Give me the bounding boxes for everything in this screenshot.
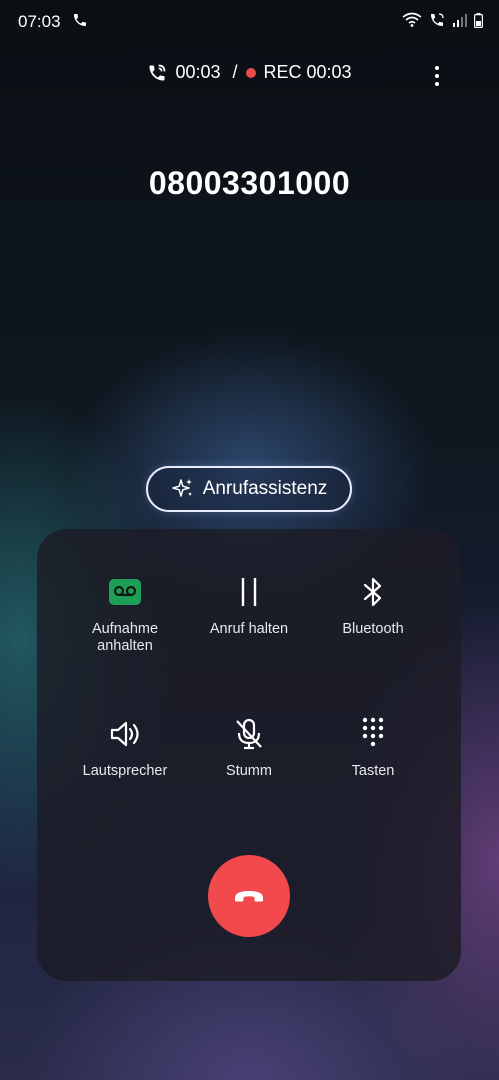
keypad-button[interactable]: Tasten	[303, 717, 443, 780]
speaker-label: Lautsprecher	[82, 763, 168, 779]
mic-off-icon	[236, 718, 262, 750]
speaker-icon	[110, 721, 139, 747]
volte-call-icon	[431, 13, 444, 26]
sparkle-icon	[171, 479, 192, 497]
separator: /	[232, 62, 238, 82]
end-call-button[interactable]	[208, 855, 290, 937]
status-time: 07:03	[18, 12, 61, 31]
call-duration: 00:03	[175, 62, 221, 82]
bluetooth-button[interactable]: Bluetooth	[303, 575, 443, 638]
rec-label: REC 00:03	[263, 62, 352, 82]
bluetooth-label: Bluetooth	[342, 621, 404, 637]
rec-dot-icon	[245, 67, 256, 78]
mute-button[interactable]: Stumm	[179, 717, 319, 780]
more-options-icon[interactable]	[427, 64, 447, 88]
call-info: 00:03 / REC 00:03	[0, 62, 499, 88]
battery-icon	[474, 12, 483, 28]
call-assistant-button[interactable]: Anrufassistenz	[146, 466, 352, 512]
call-assistant-label: Anrufassistenz	[202, 478, 328, 499]
pause-recording-button[interactable]: Aufnahme anhalten	[55, 575, 195, 655]
keypad-label: Tasten	[351, 763, 395, 779]
mute-label: Stumm	[226, 763, 272, 779]
pause-recording-label-1: Aufnahme	[91, 621, 159, 637]
pause-icon	[241, 578, 257, 606]
pause-recording-label-2: anhalten	[97, 638, 153, 654]
hold-call-button[interactable]: Anruf halten	[179, 575, 319, 638]
end-call-icon	[235, 891, 263, 902]
call-control-panel: Aufnahme anhalten Anruf halten Bluetooth…	[37, 529, 461, 981]
bluetooth-icon	[363, 577, 382, 607]
wifi-call-icon	[149, 64, 166, 80]
speaker-button[interactable]: Lautsprecher	[55, 717, 195, 780]
caller-number: 08003301000	[148, 165, 351, 201]
hold-call-label: Anruf halten	[209, 621, 289, 637]
signal-icon	[453, 14, 467, 27]
voicemail-icon	[109, 579, 141, 605]
phone-icon	[74, 14, 86, 26]
status-bar: 07:03	[0, 0, 499, 44]
wifi-calling-icon	[402, 12, 422, 27]
keypad-icon	[362, 717, 384, 747]
